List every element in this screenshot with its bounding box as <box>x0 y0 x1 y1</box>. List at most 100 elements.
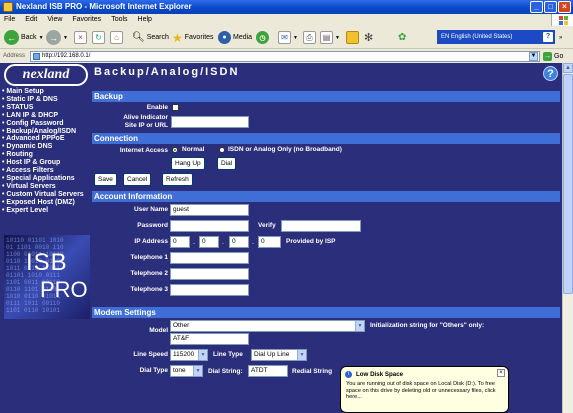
discuss-button[interactable]: ✻ <box>364 29 373 46</box>
favorites-button[interactable]: ★ Favorites <box>172 29 214 46</box>
language-help-icon[interactable]: ? <box>543 32 553 42</box>
init-string-input[interactable]: AT&F <box>170 333 249 345</box>
nav-host-ip-group[interactable]: Host IP & Group <box>2 159 92 167</box>
menu-file[interactable]: File <box>4 14 15 26</box>
nav-status[interactable]: STATUS <box>2 104 92 112</box>
balloon-message[interactable]: You are running out of disk space on Loc… <box>346 381 503 401</box>
go-button[interactable]: → Go <box>543 51 571 62</box>
browser-toolbar: ← Back ▼ → ▼ × ↻ ⌂ 🔍︎ Search ★ Favorites… <box>0 26 573 49</box>
history-button[interactable]: ◷ <box>256 29 269 46</box>
nav-exposed-host[interactable]: Exposed Host (DMZ) <box>2 199 92 207</box>
search-button[interactable]: 🔍︎ Search <box>132 29 169 46</box>
search-icon: 🔍︎ <box>132 32 145 43</box>
scroll-thumb[interactable] <box>563 74 573 294</box>
model-select[interactable]: Other ▼ <box>170 320 365 332</box>
isdn-only-radio[interactable] <box>219 147 225 153</box>
nav-dynamic-dns[interactable]: Dynamic DNS <box>2 143 92 151</box>
edit-icon: ▤ <box>320 31 333 44</box>
media-button[interactable]: ● Media <box>218 29 252 46</box>
username-input[interactable]: guest <box>170 204 249 216</box>
messenger-button[interactable]: ✿ <box>398 29 406 46</box>
gear-icon: ✻ <box>364 32 374 44</box>
password-input[interactable] <box>170 220 249 232</box>
alive-indicator-label: Alive Indicator <box>123 114 168 121</box>
nav-routing[interactable]: Routing <box>2 151 92 159</box>
ip-octet-2-input[interactable]: 0 <box>199 236 219 248</box>
chevron-down-icon: ▼ <box>297 350 306 360</box>
nav-virtual-servers[interactable]: Virtual Servers <box>2 183 92 191</box>
address-bar: Address http://192.168.0.1/ ▼ → Go <box>0 50 573 63</box>
maximize-button[interactable]: □ <box>544 1 557 13</box>
mail-icon: ✉ <box>278 31 291 44</box>
folder-icon <box>346 31 359 44</box>
nav-expert-level[interactable]: Expert Level <box>2 207 92 215</box>
normal-label: Normal <box>182 146 205 153</box>
home-button[interactable]: ⌂ <box>110 29 123 46</box>
enable-checkbox[interactable] <box>172 104 179 111</box>
telephone-3-input[interactable] <box>170 284 249 296</box>
line-speed-select[interactable]: 115200 ▼ <box>170 349 208 361</box>
ip-octet-1-input[interactable]: 0 <box>170 236 190 248</box>
nav-custom-virtual-servers[interactable]: Custom Virtual Servers <box>2 191 92 199</box>
ip-octet-4-input[interactable]: 0 <box>258 236 281 248</box>
refresh-form-button[interactable]: Refresh <box>162 173 193 186</box>
refresh-button[interactable]: ↻ <box>92 29 105 46</box>
address-input[interactable]: http://192.168.0.1/ ▼ <box>30 51 540 62</box>
vertical-scrollbar[interactable]: ▲ <box>562 63 573 413</box>
telephone-2-input[interactable] <box>170 268 249 280</box>
menu-favorites[interactable]: Favorites <box>72 14 101 26</box>
print-button[interactable]: ⎙ <box>303 29 316 46</box>
menu-view[interactable]: View <box>47 14 62 26</box>
dial-type-select[interactable]: tone ▼ <box>170 365 203 377</box>
balloon-title: Low Disk Space <box>356 371 404 378</box>
chevron-down-icon: ▼ <box>193 366 202 376</box>
save-button[interactable]: Save <box>94 173 117 186</box>
nav-access-filters[interactable]: Access Filters <box>2 167 92 175</box>
verify-input[interactable] <box>281 220 361 232</box>
menu-edit[interactable]: Edit <box>25 14 37 26</box>
back-button[interactable]: ← Back ▼ <box>4 29 44 46</box>
nav-lan-ip-dhcp[interactable]: LAN IP & DHCP <box>2 112 92 120</box>
close-button[interactable]: × <box>558 1 571 13</box>
help-icon[interactable]: ? <box>543 66 558 81</box>
language-bar[interactable]: EN English (United States) ? <box>437 30 555 44</box>
telephone-1-label: Telephone 1 <box>130 254 168 261</box>
scroll-up-icon[interactable]: ▲ <box>563 63 573 73</box>
windows-flag-icon <box>551 14 573 26</box>
close-icon[interactable]: × <box>497 369 505 377</box>
mail-button[interactable]: ✉ ▼ <box>278 29 298 46</box>
nav-static-ip-dns[interactable]: Static IP & DNS <box>2 96 92 104</box>
dial-button[interactable]: Dial <box>217 157 237 170</box>
folder-button[interactable] <box>346 29 359 46</box>
nav-advanced-pppoe[interactable]: Advanced PPPoE <box>2 135 92 143</box>
address-dropdown-icon[interactable]: ▼ <box>529 52 538 61</box>
ip-octet-3-input[interactable]: 0 <box>229 236 249 248</box>
username-label: User Name <box>134 206 168 213</box>
cancel-button[interactable]: Cancel <box>123 173 152 186</box>
print-icon: ⎙ <box>303 31 316 44</box>
nav-main-setup[interactable]: Main Setup <box>2 88 92 96</box>
minimize-button[interactable]: _ <box>530 1 543 13</box>
account-section-header: Account Information <box>92 191 560 202</box>
stop-button[interactable]: × <box>74 29 87 46</box>
nav-config-password[interactable]: Config Password <box>2 120 92 128</box>
nav-special-applications[interactable]: Special Applications <box>2 175 92 183</box>
hang-up-button[interactable]: Hang Up <box>171 157 205 170</box>
line-type-select[interactable]: Dial Up Line ▼ <box>251 349 307 361</box>
window-title-bar: Nexland ISB PRO - Microsoft Internet Exp… <box>0 0 573 14</box>
normal-radio[interactable] <box>172 147 178 153</box>
menu-tools[interactable]: Tools <box>111 14 127 26</box>
toolbar-options-button[interactable]: » <box>559 29 562 46</box>
nav-backup-analog-isdn[interactable]: Backup/Analog/ISDN <box>2 128 92 136</box>
alive-site-input[interactable] <box>171 116 249 128</box>
low-disk-space-balloon[interactable]: i Low Disk Space × You are running out o… <box>340 366 509 413</box>
edit-button[interactable]: ▤ ▼ <box>320 29 340 46</box>
chevron-down-icon: ▼ <box>355 321 364 331</box>
enable-label: Enable <box>146 104 168 111</box>
menu-help[interactable]: Help <box>138 14 152 26</box>
redial-string-label: Redial String <box>292 368 333 375</box>
forward-button[interactable]: → ▼ <box>46 29 68 46</box>
dial-string-input[interactable]: ATDT <box>248 365 288 377</box>
telephone-3-label: Telephone 3 <box>130 286 168 293</box>
telephone-1-input[interactable] <box>170 252 249 264</box>
